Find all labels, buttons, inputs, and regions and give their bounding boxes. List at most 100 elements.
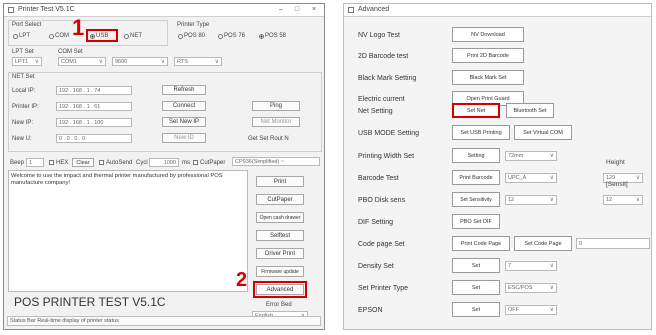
row-label: USB MODE Setting bbox=[358, 130, 420, 137]
maximize-button[interactable]: □ bbox=[290, 4, 304, 16]
new-u-field[interactable]: 0 . 0 . 0 . 0 bbox=[56, 134, 132, 143]
row-label: NV Logo Test bbox=[358, 32, 400, 39]
row-label: DIF Setting bbox=[358, 219, 394, 226]
ip-octet: 0 bbox=[81, 136, 86, 142]
radio-net-label: NET bbox=[130, 33, 142, 39]
ip-octet: 1 bbox=[86, 88, 90, 94]
epson-set-button[interactable]: Set bbox=[452, 302, 500, 317]
ip-octet: 1 bbox=[86, 104, 90, 110]
usb-highlight-box bbox=[86, 29, 118, 42]
printing-width-select[interactable]: 72mm bbox=[505, 151, 557, 161]
print-barcode-button[interactable]: Print Barcode bbox=[452, 170, 500, 185]
radio-lpt[interactable] bbox=[13, 34, 18, 39]
ip-octet: 1 bbox=[86, 120, 90, 126]
set-code-page-button[interactable]: Set Code Page bbox=[514, 236, 572, 251]
advanced-window-title: Advanced bbox=[358, 6, 390, 13]
print-button[interactable]: Print bbox=[256, 176, 304, 187]
epson-select[interactable]: OFF bbox=[505, 305, 557, 315]
clear-button[interactable]: Clear bbox=[72, 158, 94, 167]
net-monitor-button[interactable]: Net Monitor bbox=[252, 117, 300, 127]
local-ip-label: Local IP: bbox=[12, 88, 36, 94]
printer-type-set-button[interactable]: Set bbox=[452, 280, 500, 295]
local-ip-field[interactable]: 192 . 168 . 1 . 74 bbox=[56, 86, 132, 95]
row-label: EPSON bbox=[358, 307, 383, 314]
radio-pos58[interactable] bbox=[259, 34, 264, 39]
close-button[interactable]: × bbox=[307, 4, 321, 16]
radio-lpt-label: LPT bbox=[19, 33, 31, 39]
hex-checkbox[interactable] bbox=[49, 160, 54, 165]
hex-label: HEX bbox=[56, 160, 69, 166]
sensitivity-secondary-select[interactable]: 12 bbox=[603, 195, 643, 205]
radio-net[interactable] bbox=[124, 34, 129, 39]
barcode-type-select[interactable]: UPC_A bbox=[505, 173, 557, 183]
flow-control-select[interactable]: RTS bbox=[174, 57, 222, 66]
cycle-input[interactable]: 1000 bbox=[149, 158, 179, 167]
print-2d-barcode-button[interactable]: Print 2D Barcode bbox=[452, 48, 524, 63]
radio-com[interactable] bbox=[49, 34, 54, 39]
new-ip-field[interactable]: 192 . 168 . 1 . 100 bbox=[56, 118, 132, 127]
sensitivity-select[interactable]: 12 bbox=[505, 195, 557, 205]
refresh-button[interactable]: Refresh bbox=[162, 85, 206, 95]
printer-type-label: Printer Type bbox=[177, 22, 210, 28]
new-id-button[interactable]: New ID bbox=[162, 133, 206, 143]
radio-pos80-label: POS 80 bbox=[184, 33, 206, 39]
nv-download-button[interactable]: NV Download bbox=[452, 27, 524, 42]
connect-button[interactable]: Connect bbox=[162, 101, 206, 111]
ms-label: ms bbox=[182, 160, 190, 166]
ip-octet: 192 bbox=[59, 104, 69, 110]
ip-octet: 74 bbox=[94, 88, 101, 94]
net-set-label: NET Set bbox=[12, 74, 35, 80]
beep-stepper[interactable]: 1 bbox=[26, 158, 44, 167]
ip-octet: 192 bbox=[59, 120, 69, 126]
ping-button[interactable]: Ping bbox=[252, 101, 300, 111]
open-cash-drawer-button[interactable]: Open cash drawer bbox=[256, 212, 304, 223]
driver-print-button[interactable]: Driver Print bbox=[256, 248, 304, 259]
com-port-select[interactable]: COM1 bbox=[58, 57, 106, 66]
printer-ip-field[interactable]: 192 . 168 . 1 . 61 bbox=[56, 102, 132, 111]
print-text-area[interactable]: Welcome to use the impact and thermal pr… bbox=[8, 170, 248, 292]
height-label: Height bbox=[606, 159, 625, 166]
set-usb-printing-button[interactable]: Set USB Printing bbox=[452, 125, 510, 140]
row-label: Printing Width Set bbox=[358, 153, 415, 160]
set-sensitivity-button[interactable]: Set Sensitivity bbox=[452, 192, 500, 207]
advanced-title-bar: Advanced bbox=[344, 4, 651, 17]
ip-octet: 168 bbox=[72, 104, 82, 110]
ip-octet: 0 bbox=[74, 136, 78, 142]
cycle-label: Cycl bbox=[136, 160, 148, 166]
cutpaper-button[interactable]: CutPaper bbox=[256, 194, 304, 205]
firmware-update-button[interactable]: Firmware update bbox=[256, 266, 304, 277]
lpt-port-select[interactable]: LPT1 bbox=[12, 57, 42, 66]
set-net-button[interactable]: Set Net bbox=[452, 103, 500, 118]
printer-type-select[interactable]: ESC/POS bbox=[505, 283, 557, 293]
title-bar: Printer Test V5.1C – □ × bbox=[4, 4, 324, 17]
bluetooth-set-button[interactable]: Bluetooth Set bbox=[506, 103, 554, 118]
pbo-set-dif-button[interactable]: PBO Set DIF bbox=[452, 214, 500, 229]
ip-octet: 0 bbox=[59, 136, 63, 142]
ip-octet: 168 bbox=[72, 88, 82, 94]
radio-pos80[interactable] bbox=[178, 34, 183, 39]
cutpaper-checkbox[interactable] bbox=[193, 160, 198, 165]
set-new-ip-button[interactable]: Set New IP bbox=[162, 117, 206, 127]
row-label: Electric current bbox=[358, 96, 405, 103]
baud-rate-select[interactable]: 9600 bbox=[112, 57, 168, 66]
code-page-input[interactable]: 0 bbox=[576, 238, 650, 249]
autosend-checkbox[interactable] bbox=[99, 160, 104, 165]
codepage-select[interactable]: CP936(Simplified) ~ bbox=[232, 157, 320, 166]
density-set-button[interactable]: Set bbox=[452, 258, 500, 273]
density-select[interactable]: 7 bbox=[505, 261, 557, 271]
row-label: Set Printer Type bbox=[358, 285, 409, 292]
set-virtual-com-button[interactable]: Set Virtual COM bbox=[514, 125, 572, 140]
printing-width-setting-button[interactable]: Setting bbox=[452, 148, 500, 163]
selftest-button[interactable]: Selftest bbox=[256, 230, 304, 241]
black-mark-set-button[interactable]: Black Mark Set bbox=[452, 70, 524, 85]
row-label: Net Setting bbox=[358, 108, 393, 115]
new-u-label: New U: bbox=[12, 136, 32, 142]
ip-octet: 0 bbox=[66, 136, 70, 142]
radio-pos76[interactable] bbox=[218, 34, 223, 39]
print-code-page-button[interactable]: Print Code Page bbox=[452, 236, 510, 251]
radio-com-label: COM bbox=[55, 33, 69, 39]
window-title: Printer Test V5.1C bbox=[18, 6, 75, 13]
cutpaper-label: CutPaper bbox=[200, 160, 226, 166]
minimize-button[interactable]: – bbox=[274, 4, 288, 16]
status-bar-text: Status Bar Real-time display of printer … bbox=[10, 318, 119, 324]
